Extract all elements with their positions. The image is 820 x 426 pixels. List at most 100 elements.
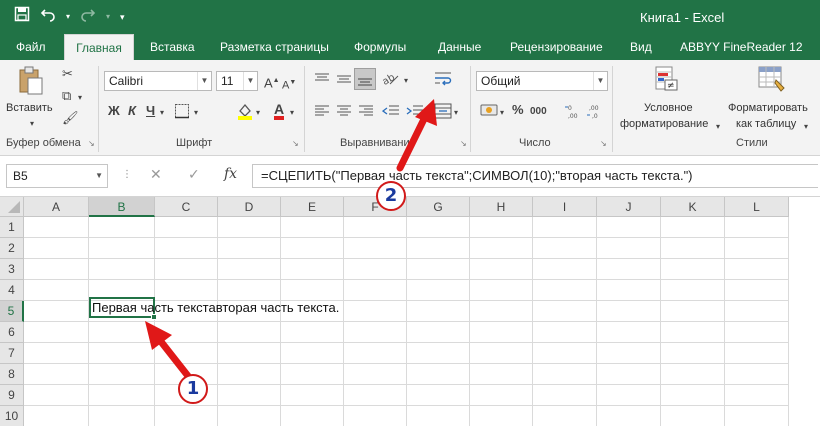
cell-k9[interactable] (661, 385, 725, 406)
cell-b10[interactable] (89, 406, 155, 426)
shrink-font-icon[interactable]: A▼ (282, 76, 296, 93)
tab-formulas[interactable]: Формулы (354, 34, 406, 60)
tab-abbyy[interactable]: ABBYY FineReader 12 (680, 34, 803, 60)
align-center-icon[interactable] (336, 104, 352, 121)
cell-g2[interactable] (407, 238, 470, 259)
cell-l8[interactable] (725, 364, 789, 385)
cell-b7[interactable] (89, 343, 155, 364)
chevron-down-icon[interactable]: ▼ (95, 165, 103, 187)
name-box[interactable]: B5 ▼ (6, 164, 108, 188)
cell-f2[interactable] (344, 238, 407, 259)
paste-button-label[interactable]: Вставить (6, 101, 53, 115)
cell-l7[interactable] (725, 343, 789, 364)
paste-dropdown-icon[interactable]: ▾ (30, 117, 34, 131)
cell-e6[interactable] (281, 322, 344, 343)
cell-a5[interactable] (24, 301, 89, 322)
cell-a7[interactable] (24, 343, 89, 364)
formula-input[interactable]: =СЦЕПИТЬ("Первая часть текста";СИМВОЛ(10… (252, 164, 818, 188)
cell-k2[interactable] (661, 238, 725, 259)
grow-font-icon[interactable]: A▲ (264, 74, 280, 90)
cell-k6[interactable] (661, 322, 725, 343)
conditional-formatting-line2[interactable]: форматирование (620, 117, 708, 131)
cell-k4[interactable] (661, 280, 725, 301)
number-format-combo[interactable]: Общий ▼ (476, 71, 608, 91)
cell-f8[interactable] (344, 364, 407, 385)
column-header-k[interactable]: K (661, 197, 725, 217)
alignment-launcher-icon[interactable]: ↘ (460, 139, 467, 148)
borders-icon[interactable] (174, 103, 190, 122)
column-header-j[interactable]: J (597, 197, 661, 217)
cell-d3[interactable] (218, 259, 281, 280)
cell-a4[interactable] (24, 280, 89, 301)
cell-l9[interactable] (725, 385, 789, 406)
decrease-decimal-icon[interactable]: ,00,0 (586, 103, 604, 122)
merge-center-icon[interactable] (434, 103, 452, 122)
cell-f10[interactable] (344, 406, 407, 426)
cell-l10[interactable] (725, 406, 789, 426)
cell-b9[interactable] (89, 385, 155, 406)
cell-a8[interactable] (24, 364, 89, 385)
tab-file[interactable]: Файл (16, 34, 46, 60)
cell-a9[interactable] (24, 385, 89, 406)
row-header-7[interactable]: 7 (0, 343, 24, 364)
cell-j10[interactable] (597, 406, 661, 426)
redo-icon[interactable] (80, 6, 96, 27)
cell-d7[interactable] (218, 343, 281, 364)
chevron-down-icon[interactable]: ▼ (243, 72, 257, 90)
format-as-table-icon[interactable] (758, 66, 786, 95)
chevron-down-icon[interactable]: ▼ (593, 72, 607, 90)
cell-j8[interactable] (597, 364, 661, 385)
cell-a3[interactable] (24, 259, 89, 280)
cell-e1[interactable] (281, 217, 344, 238)
cell-i6[interactable] (533, 322, 597, 343)
cell-e7[interactable] (281, 343, 344, 364)
cell-h5[interactable] (470, 301, 533, 322)
cell-k8[interactable] (661, 364, 725, 385)
cell-h4[interactable] (470, 280, 533, 301)
tab-home[interactable]: Главная (64, 34, 134, 60)
cell-d4[interactable] (218, 280, 281, 301)
format-painter-icon[interactable]: 🖌 (62, 111, 79, 125)
conditional-formatting-dropdown-icon[interactable]: ▾ (716, 120, 720, 134)
cell-i2[interactable] (533, 238, 597, 259)
tab-view[interactable]: Вид (630, 34, 652, 60)
row-header-10[interactable]: 10 (0, 406, 24, 426)
conditional-formatting-icon[interactable]: ≠ (655, 66, 679, 95)
row-header-8[interactable]: 8 (0, 364, 24, 385)
cell-c2[interactable] (155, 238, 218, 259)
row-header-5[interactable]: 5 (0, 301, 24, 322)
cell-b8[interactable] (89, 364, 155, 385)
cell-a1[interactable] (24, 217, 89, 238)
column-header-g[interactable]: G (407, 197, 470, 217)
borders-dropdown-icon[interactable]: ▾ (194, 106, 198, 120)
thousands-button[interactable]: 000 (530, 105, 547, 119)
align-middle-icon[interactable] (336, 72, 352, 89)
insert-function-button[interactable]: fx (224, 166, 237, 182)
font-launcher-icon[interactable]: ↘ (292, 139, 299, 148)
cell-b2[interactable] (89, 238, 155, 259)
cell-d1[interactable] (218, 217, 281, 238)
cell-h7[interactable] (470, 343, 533, 364)
tab-insert[interactable]: Вставка (150, 34, 195, 60)
cell-d9[interactable] (218, 385, 281, 406)
underline-button[interactable]: Ч (146, 104, 155, 118)
cell-e10[interactable] (281, 406, 344, 426)
cell-e8[interactable] (281, 364, 344, 385)
cell-c7[interactable] (155, 343, 218, 364)
cell-g4[interactable] (407, 280, 470, 301)
cell-c10[interactable] (155, 406, 218, 426)
cell-b3[interactable] (89, 259, 155, 280)
column-header-e[interactable]: E (281, 197, 344, 217)
cell-d2[interactable] (218, 238, 281, 259)
cell-j4[interactable] (597, 280, 661, 301)
italic-button[interactable]: К (128, 104, 136, 118)
increase-indent-icon[interactable] (406, 104, 424, 121)
merge-dropdown-icon[interactable]: ▾ (454, 106, 458, 120)
cell-f1[interactable] (344, 217, 407, 238)
currency-dropdown-icon[interactable]: ▾ (500, 106, 504, 120)
cell-h3[interactable] (470, 259, 533, 280)
cell-h9[interactable] (470, 385, 533, 406)
format-as-table-line2[interactable]: как таблицу (736, 117, 796, 131)
cell-l5[interactable] (725, 301, 789, 322)
cell-i10[interactable] (533, 406, 597, 426)
